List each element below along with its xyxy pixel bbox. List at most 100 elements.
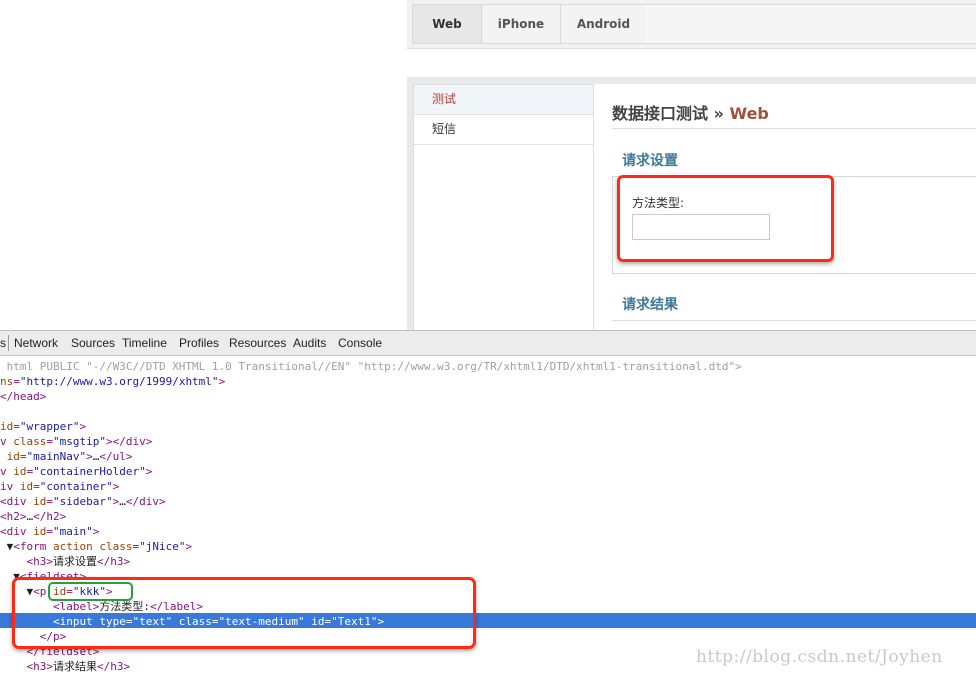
dom-token: …	[119, 495, 126, 508]
breadcrumb-separator: »	[708, 104, 730, 123]
tab-iphone[interactable]: iPhone	[482, 5, 561, 43]
blank-area	[0, 0, 407, 330]
devtools-toolbar: s Network Sources Timeline Profiles Reso…	[0, 330, 976, 356]
dom-token: v	[0, 465, 14, 478]
dom-token: >	[79, 420, 87, 433]
dom-line[interactable]: id="wrapper">	[0, 419, 86, 434]
dom-line[interactable]: html PUBLIC "-//W3C//DTD XHTML 1.0 Trans…	[0, 359, 742, 374]
dom-token: "mainNav"	[26, 450, 87, 463]
dom-token: "jNice"	[139, 540, 186, 553]
dom-line[interactable]: id="mainNav">…</ul>	[0, 449, 133, 464]
dom-token: iv	[0, 480, 20, 493]
dom-token: </h2>	[33, 510, 67, 523]
page-title: 数据接口测试 » Web	[612, 100, 769, 124]
dom-token: v	[0, 435, 14, 448]
devtools-tab-audits[interactable]: Audits	[293, 336, 326, 350]
dom-line[interactable]: <h2>…</h2>	[0, 509, 66, 524]
dom-line[interactable]: ▼<form action class="jNice">	[0, 539, 192, 554]
dom-line[interactable]: iv id="container">	[0, 479, 119, 494]
annotation-red-box-code	[12, 577, 476, 649]
annotation-red-box-form	[617, 175, 834, 262]
dom-token: >	[145, 465, 153, 478]
top-navigation: Web iPhone Android	[407, 0, 976, 49]
dom-token: >	[92, 525, 100, 538]
dom-token: <h2>	[0, 510, 27, 523]
dom-line[interactable]: <div id="sidebar">…</div>	[0, 494, 166, 509]
page-title-text: 数据接口测试	[612, 104, 709, 123]
devtools-tab-resources[interactable]: Resources	[229, 336, 286, 350]
dom-token: =	[46, 525, 53, 538]
sidebar-item-test[interactable]: 测试	[414, 85, 593, 115]
section-heading-settings: 请求设置	[622, 153, 678, 169]
tab-android[interactable]: Android	[561, 5, 647, 43]
dom-token: >	[86, 450, 93, 463]
tab-web[interactable]: Web	[413, 5, 482, 43]
devtools-tab-network[interactable]: Network	[14, 336, 58, 350]
dom-token: "container"	[39, 480, 113, 493]
dom-token: >	[218, 375, 226, 388]
dom-token: >	[112, 480, 120, 493]
dom-token: ns	[0, 375, 14, 388]
dom-token: =	[13, 375, 20, 388]
dom-token: <div	[0, 495, 34, 508]
dom-line[interactable]: v id="containerHolder">	[0, 464, 152, 479]
dom-token: 请求结果	[53, 660, 97, 673]
dom-token: class	[13, 435, 47, 448]
dom-token: ></div>	[105, 435, 153, 448]
dom-token: id	[19, 480, 34, 493]
dom-token	[0, 555, 27, 568]
tab-bar-filler	[645, 4, 976, 44]
dom-token: html PUBLIC "-//W3C//DTD XHTML 1.0 Trans…	[0, 360, 742, 373]
dom-token: 请求设置	[53, 555, 97, 568]
section-heading-result: 请求结果	[622, 297, 678, 313]
dom-line[interactable]: <div id="main">	[0, 524, 99, 539]
platform-tabs: Web iPhone Android	[412, 4, 647, 44]
dom-token: </div>	[125, 495, 166, 508]
devtools-tab-profiles[interactable]: Profiles	[179, 336, 219, 350]
dom-token: </ul>	[99, 450, 133, 463]
sidebar-item-sms[interactable]: 短信	[414, 115, 593, 145]
dom-token: =	[46, 435, 53, 448]
devtools-tab-partial[interactable]: s	[0, 336, 6, 350]
dom-line[interactable]: </head>	[0, 389, 46, 404]
dom-token: ▼	[0, 540, 14, 553]
dom-line[interactable]: v class="msgtip"></div>	[0, 434, 152, 449]
dom-token: <div	[0, 525, 34, 538]
dom-line[interactable]: ns="http://www.w3.org/1999/xhtml">	[0, 374, 225, 389]
dom-token: </h3>	[97, 660, 131, 673]
dom-token: </h3>	[97, 555, 131, 568]
devtools-tab-timeline[interactable]: Timeline	[122, 336, 167, 350]
dom-token: id	[0, 420, 14, 433]
title-divider	[612, 128, 976, 129]
sidebar: 测试 短信	[413, 84, 594, 331]
dom-token: id	[13, 465, 27, 478]
breadcrumb-current: Web	[729, 104, 769, 123]
dom-line[interactable]: <h3>请求设置</h3>	[0, 554, 131, 569]
result-divider	[612, 320, 976, 321]
dom-token: <h3>	[26, 555, 54, 568]
watermark: http://blog.csdn.net/Joyhen	[696, 647, 943, 667]
dom-line[interactable]: <h3>请求结果</h3>	[0, 659, 131, 674]
dom-token: "http://www.w3.org/1999/xhtml"	[19, 375, 219, 388]
dom-token: =	[13, 420, 20, 433]
dom-token: <form	[13, 540, 53, 553]
dom-token: =	[33, 480, 40, 493]
dom-token: "msgtip"	[53, 435, 106, 448]
toolbar-separator	[8, 335, 9, 351]
dom-token: class	[99, 540, 133, 553]
dom-token: =	[19, 450, 27, 463]
devtools-tab-console[interactable]: Console	[338, 336, 382, 350]
dom-token: >	[185, 540, 193, 553]
dom-token: </head>	[0, 390, 47, 403]
dom-token: "sidebar"	[53, 495, 113, 508]
devtools-tab-sources[interactable]: Sources	[71, 336, 115, 350]
dom-token: "main"	[53, 525, 93, 538]
dom-token: "wrapper"	[19, 420, 80, 433]
dom-token: id	[33, 525, 47, 538]
spacer	[407, 49, 976, 77]
dom-token: id	[0, 450, 20, 463]
dom-token: "containerHolder"	[33, 465, 146, 478]
dom-token: action	[53, 540, 100, 553]
dom-token: =	[46, 495, 53, 508]
dom-token: id	[33, 495, 47, 508]
